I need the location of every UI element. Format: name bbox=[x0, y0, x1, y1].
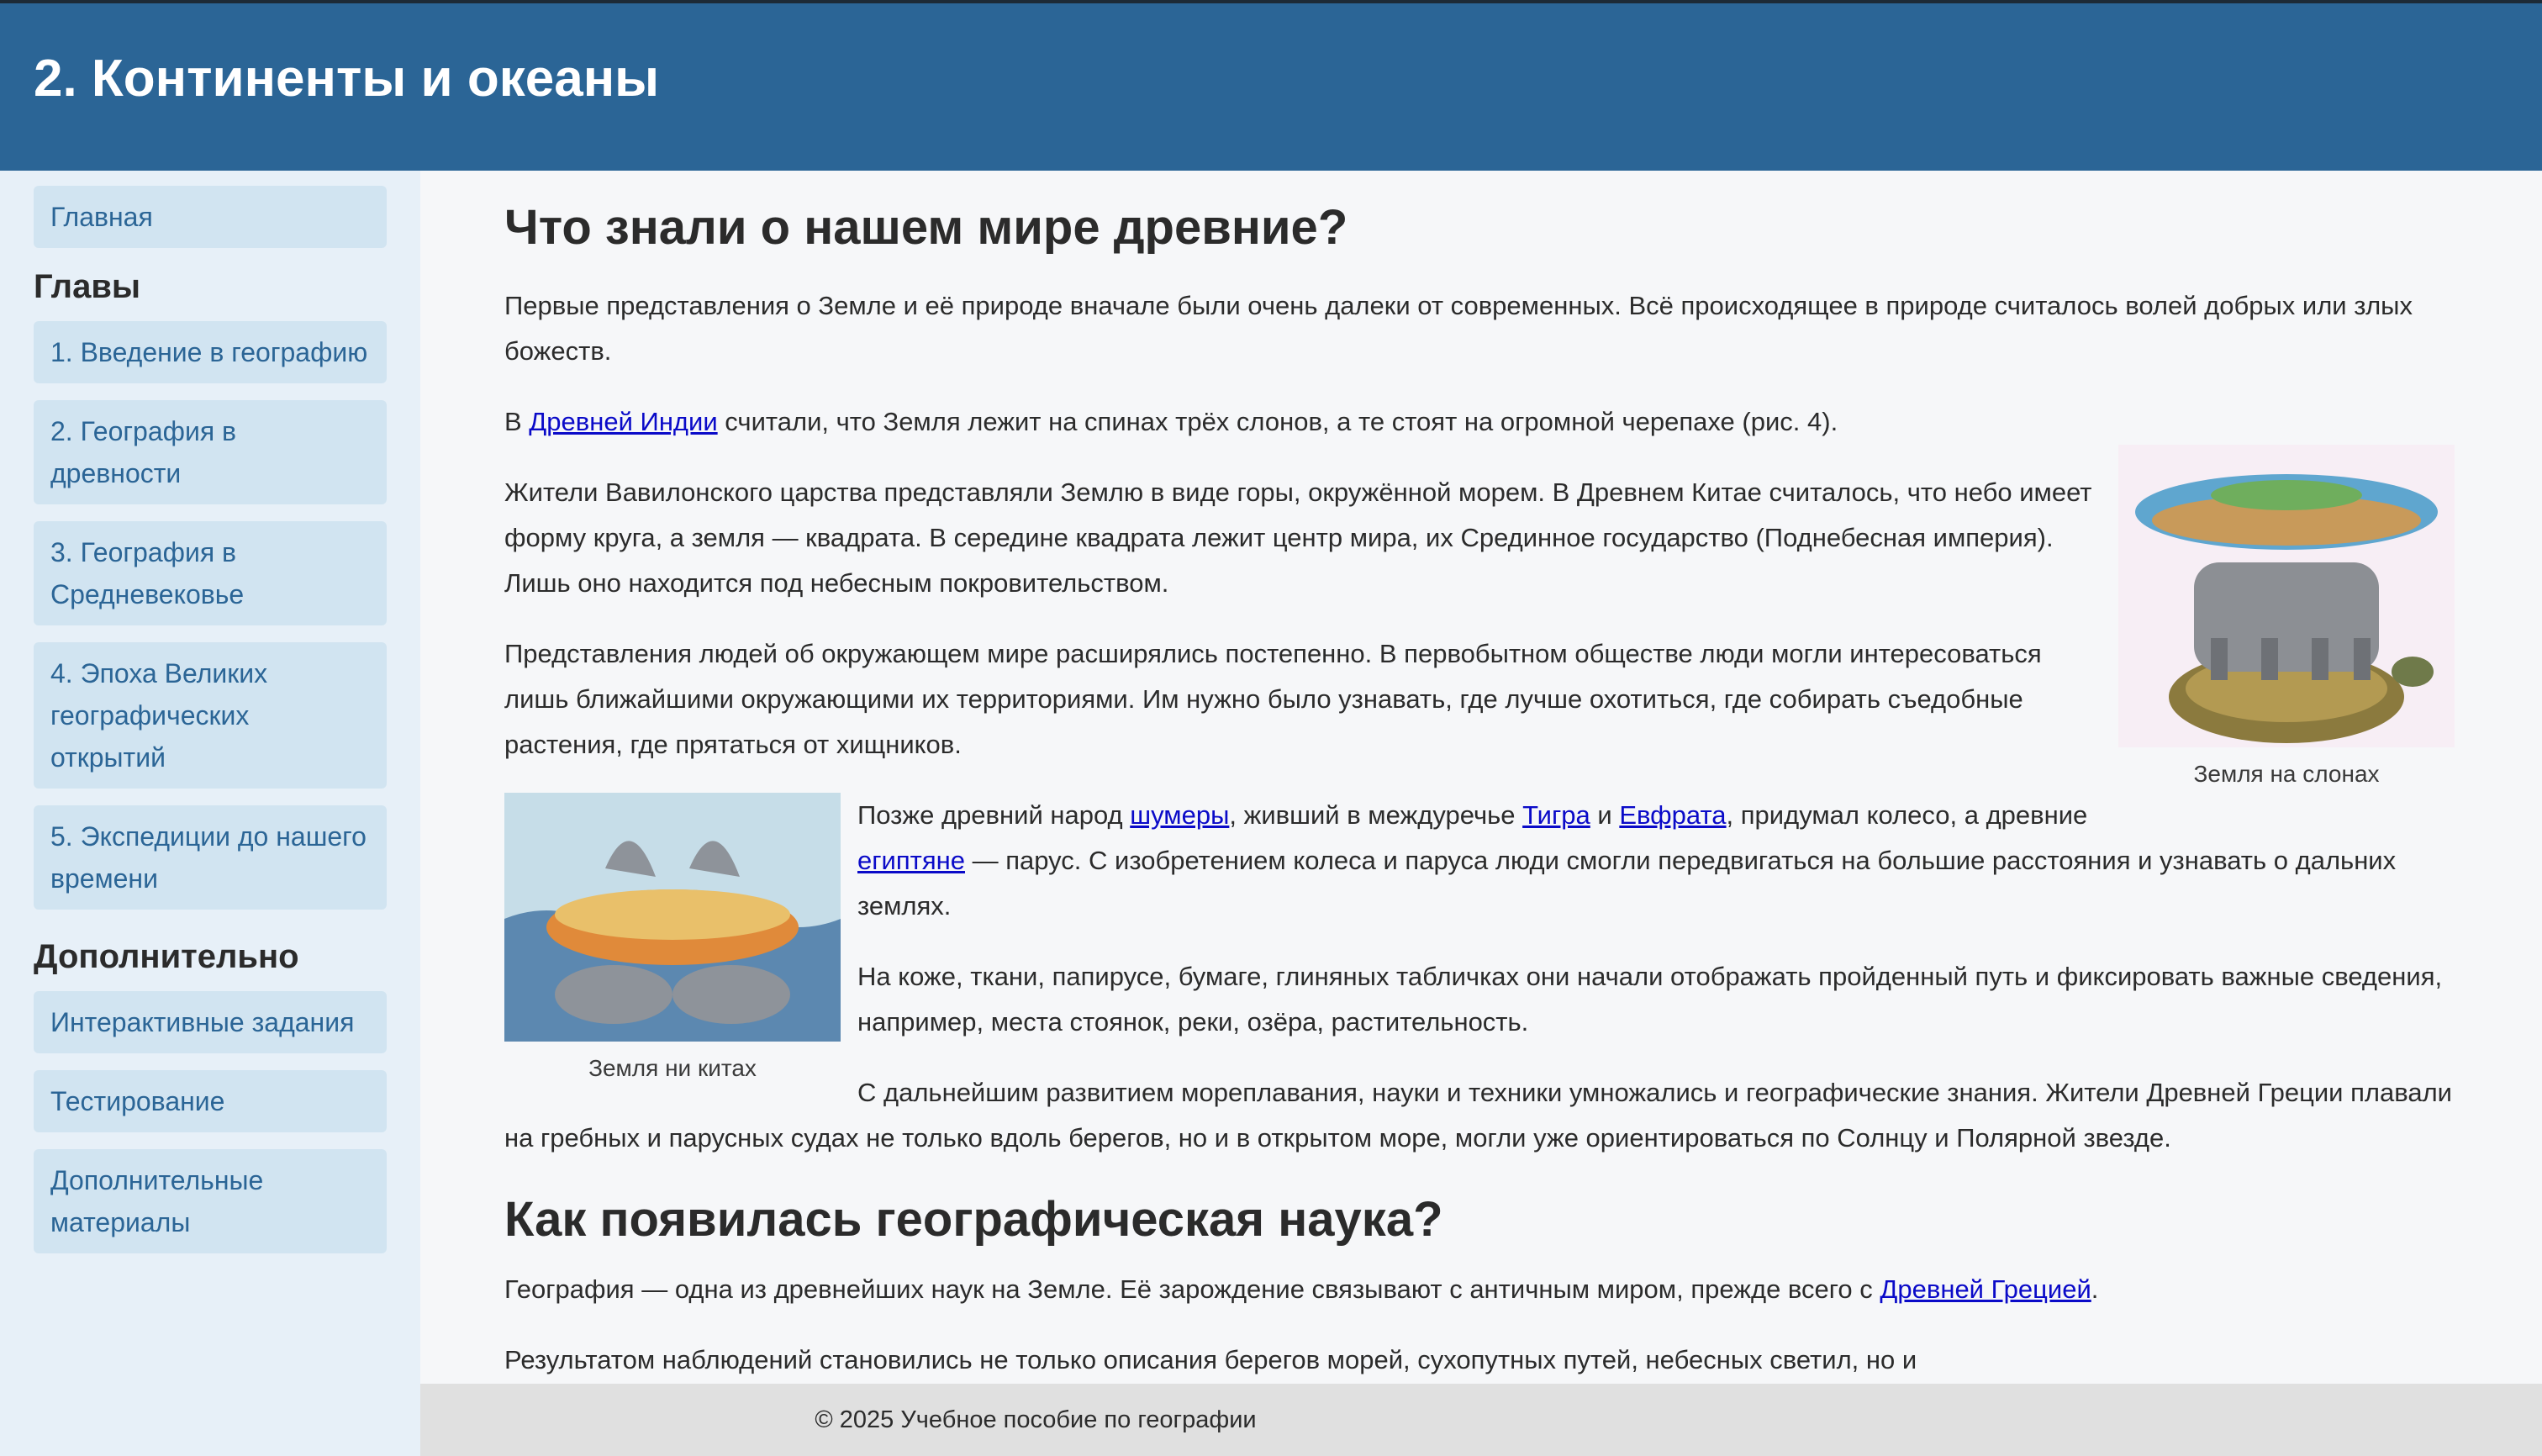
page-footer: © 2025 Учебное пособие по географии bbox=[420, 1384, 2542, 1456]
nav-chapter-1[interactable]: 1. Введение в географию bbox=[34, 321, 387, 383]
nav-chapter-4[interactable]: 4. Эпоха Великих географических открытий bbox=[34, 642, 387, 789]
text: , придумал колесо, а древние bbox=[1726, 800, 2088, 830]
nav-additional-materials[interactable]: Дополнительные материалы bbox=[34, 1149, 387, 1253]
paragraph: Первые представления о Земле и её природ… bbox=[504, 291, 2413, 366]
text: . bbox=[2091, 1274, 2099, 1304]
figure-whales: Земля ни китах bbox=[504, 793, 841, 1085]
page-header: 2. Континенты и океаны bbox=[0, 0, 2542, 171]
link-euphrates[interactable]: Евфрата bbox=[1619, 800, 1726, 830]
nav-interactive-tasks[interactable]: Интерактивные задания bbox=[34, 991, 387, 1053]
section-heading-ancient: Что знали о нашем мире древние? bbox=[504, 200, 1348, 255]
text: География — одна из древнейших наук на З… bbox=[504, 1274, 1880, 1304]
link-tigris[interactable]: Тигра bbox=[1522, 800, 1590, 830]
chapters-heading: Главы bbox=[34, 268, 141, 305]
page-title: 2. Континенты и океаны bbox=[34, 50, 660, 108]
copyright-text: © 2025 Учебное пособие по географии bbox=[815, 1406, 1257, 1433]
paragraph: География — одна из древнейших наук на З… bbox=[504, 1267, 2455, 1312]
link-sumerians[interactable]: шумеры bbox=[1130, 800, 1229, 830]
extra-heading: Дополнительно bbox=[34, 938, 299, 975]
nav-chapter-5[interactable]: 5. Экспедиции до нашего времени bbox=[34, 805, 387, 910]
section-heading-science: Как появилась географическая наука? bbox=[504, 1192, 1443, 1247]
whales-earth-image bbox=[504, 793, 841, 1042]
text: , живший в междуречье bbox=[1229, 800, 1523, 830]
paragraph: В Древней Индии считали, что Земля лежит… bbox=[504, 399, 2455, 445]
paragraph: Результатом наблюдений становились не то… bbox=[504, 1345, 1917, 1374]
main-content: Что знали о нашем мире древние? Первые п… bbox=[504, 171, 2455, 1408]
text: Позже древний народ bbox=[857, 800, 1131, 830]
link-ancient-india[interactable]: Древней Индии bbox=[529, 407, 717, 436]
link-ancient-greece[interactable]: Древней Грецией bbox=[1880, 1274, 2091, 1304]
text: — парус. С изобретением колеса и паруса … bbox=[857, 846, 2397, 921]
text: В bbox=[504, 407, 530, 436]
text: и bbox=[1590, 800, 1620, 830]
sidebar: Главная Главы 1. Введение в географию 2.… bbox=[0, 171, 420, 1456]
text: считали, что Земля лежит на спинах трёх … bbox=[717, 407, 1838, 436]
figure-caption: Земля на слонах bbox=[2193, 761, 2380, 787]
link-egyptians[interactable]: египтяне bbox=[857, 846, 965, 875]
nav-testing[interactable]: Тестирование bbox=[34, 1070, 387, 1132]
nav-home[interactable]: Главная bbox=[34, 186, 387, 248]
figure-elephants: Земля на слонах bbox=[2118, 445, 2455, 791]
nav-chapter-2[interactable]: 2. География в древности bbox=[34, 400, 387, 504]
nav-chapter-3[interactable]: 3. География в Средневековье bbox=[34, 521, 387, 625]
figure-caption: Земля ни китах bbox=[588, 1055, 757, 1081]
elephants-turtle-image bbox=[2118, 445, 2455, 747]
